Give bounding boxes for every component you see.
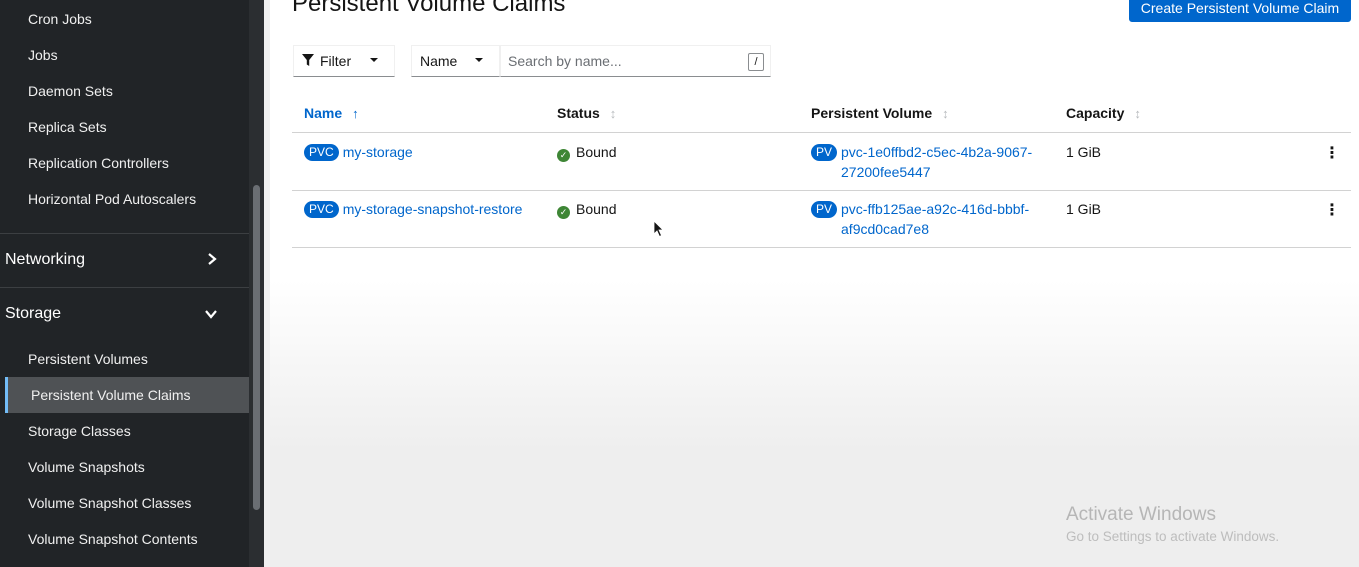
status-text: Bound [576,201,617,217]
sort-icon: ↕ [609,106,617,121]
capacity-cell: 1 GiB [1066,144,1102,160]
check-circle-icon: ✓ [557,149,570,162]
pv-name-link[interactable]: pvc-1e0ffbd2-c5ec-4b2a-9067- 27200fee5447 [841,142,1046,182]
kebab-menu-icon[interactable]: ⋮ [1324,201,1340,221]
table-header-divider [292,132,1351,133]
search-input[interactable] [508,52,738,70]
activate-windows-watermark-title: Activate Windows [1066,504,1216,525]
sidebar-item-replica-sets[interactable]: Replica Sets [28,109,107,145]
filter-label: Filter [320,53,352,69]
pvc-name-cell: PVC my-storage-snapshot-restore [304,199,522,219]
search-attribute-dropdown[interactable]: Name [411,45,500,77]
pv-name-line: pvc-1e0ffbd2-c5ec-4b2a-9067- [841,144,1033,160]
pv-badge: PV [811,144,838,161]
status-cell: ✓ Bound [557,199,616,219]
pv-name-link[interactable]: pvc-ffb125ae-a92c-416d-bbbf-af9cd0cad7e8 [841,199,1046,239]
pvc-name-link[interactable]: my-storage-snapshot-restore [343,201,523,217]
caret-down-icon [369,53,379,70]
kebab-menu-icon[interactable]: ⋮ [1324,144,1340,164]
column-header-name[interactable]: Name ↑ [304,105,359,121]
search-box: / [500,45,771,77]
status-text: Bound [576,144,617,160]
page-title: Persistent Volume Claims [292,0,566,17]
chevron-down-icon [205,287,217,341]
pv-badge: PV [811,201,838,218]
sidebar-item-persistent-volume-claims[interactable]: Persistent Volume Claims [5,377,249,413]
sidebar-group-storage-label: Storage [5,305,62,322]
sidebar-item-replication-controllers[interactable]: Replication Controllers [28,145,169,181]
column-header-status-label: Status [557,105,600,121]
column-header-persistent-volume[interactable]: Persistent Volume ↕ [811,105,949,121]
filter-dropdown[interactable]: Filter [293,45,395,77]
chevron-right-icon [207,233,217,287]
sort-icon: ↕ [1134,106,1141,121]
column-header-capacity[interactable]: Capacity ↕ [1066,105,1141,121]
pv-cell: PV pvc-ffb125ae-a92c-416d-bbbf-af9cd0cad7… [811,199,1046,239]
sidebar-item-volume-snapshot-contents[interactable]: Volume Snapshot Contents [28,521,198,557]
sidebar-item-persistent-volumes[interactable]: Persistent Volumes [28,341,148,377]
pvc-badge: PVC [304,144,339,161]
keyboard-shortcut-hint: / [748,53,764,71]
filter-icon [302,54,314,70]
sidebar-item-daemon-sets[interactable]: Daemon Sets [28,73,113,109]
check-circle-icon: ✓ [557,206,570,219]
sort-ascending-icon: ↑ [352,106,359,121]
pv-name-line: pvc-ffb125ae-a92c-416d-bbbf- [841,201,1030,217]
sidebar-group-storage[interactable]: Storage [0,287,249,341]
sidebar-group-networking-label: Networking [5,251,86,268]
pvc-name-link[interactable]: my-storage [343,144,413,160]
pv-name-line: af9cd0cad7e8 [841,221,929,237]
sidebar-item-jobs[interactable]: Jobs [28,37,58,73]
column-header-pv-label: Persistent Volume [811,105,933,121]
sidebar-item-volume-snapshot-classes[interactable]: Volume Snapshot Classes [28,485,191,521]
create-pvc-button[interactable]: Create Persistent Volume Claim [1129,0,1351,22]
search-attribute-label: Name [420,53,458,69]
activate-windows-watermark-subtitle: Go to Settings to activate Windows. [1066,529,1280,544]
pvc-name-cell: PVC my-storage [304,142,413,162]
status-cell: ✓ Bound [557,142,616,162]
sidebar-item-storage-classes[interactable]: Storage Classes [28,413,131,449]
sidebar-item-cron-jobs[interactable]: Cron Jobs [28,1,92,37]
column-header-capacity-label: Capacity [1066,105,1125,121]
pv-name-line: 27200fee5447 [841,164,931,180]
caret-down-icon [474,53,484,70]
sidebar-item-horizontal-pod-autoscalers[interactable]: Horizontal Pod Autoscalers [28,181,196,217]
sidebar-scrollbar-thumb[interactable] [253,185,260,510]
table-row-divider [292,247,1351,248]
column-header-status[interactable]: Status ↕ [557,105,616,121]
sidebar-item-volume-snapshots[interactable]: Volume Snapshots [28,449,145,485]
capacity-cell: 1 GiB [1066,201,1102,217]
sidebar-group-networking[interactable]: Networking [0,233,249,287]
column-header-name-label: Name [304,105,343,121]
pvc-badge: PVC [304,201,339,218]
pv-cell: PV pvc-1e0ffbd2-c5ec-4b2a-9067- 27200fee54… [811,142,1046,182]
sidebar-nav: Cron Jobs Jobs Daemon Sets Replica Sets … [0,0,249,567]
sort-icon: ↕ [942,106,949,121]
table-row-divider [292,190,1351,191]
